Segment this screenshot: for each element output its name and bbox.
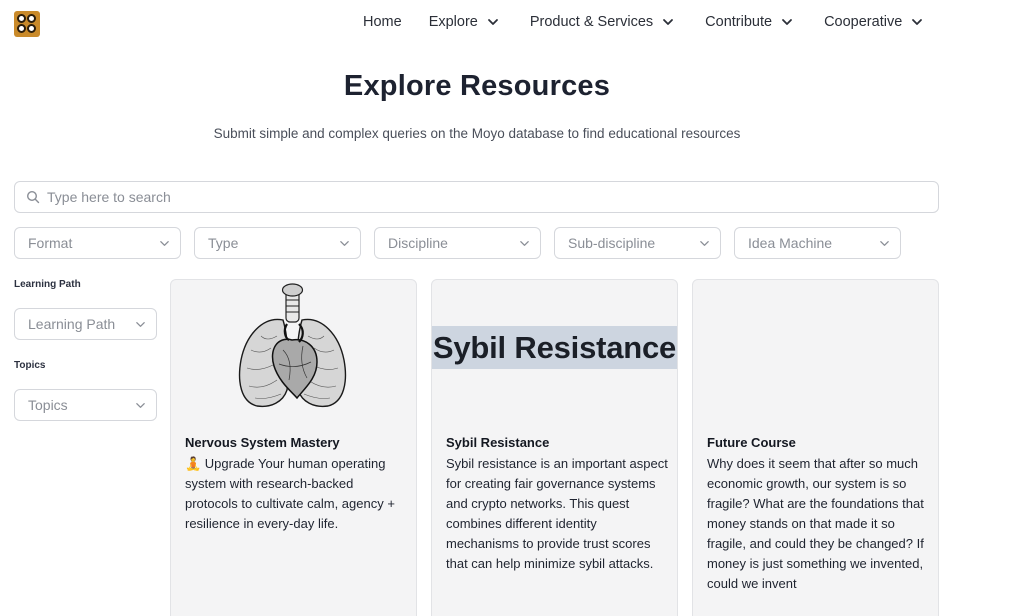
format-select[interactable]: Format	[14, 227, 181, 259]
learning-path-label: Learning Path	[14, 279, 81, 290]
logo-dot	[27, 24, 36, 33]
resource-card[interactable]: Future Course Why does it seem that afte…	[692, 279, 939, 616]
nav-explore[interactable]: Explore	[429, 14, 499, 30]
card-title: Future Course	[707, 435, 796, 450]
nav-explore-label: Explore	[428, 14, 478, 30]
discipline-select[interactable]: Discipline	[374, 227, 541, 259]
resource-card[interactable]: Sybil Resistance Sybil Resistance Sybil …	[431, 279, 678, 616]
logo-dot	[27, 14, 36, 23]
card-description: Why does it seem that after so much econ…	[707, 456, 924, 591]
topics-label: Topics	[14, 360, 46, 371]
moyo-logo[interactable]	[14, 11, 40, 37]
chevron-down-icon	[782, 19, 792, 25]
chevron-down-icon	[160, 240, 169, 246]
card-description: Sybil resistance is an important aspect …	[446, 456, 668, 571]
type-select[interactable]: Type	[194, 227, 361, 259]
discipline-select-label: Discipline	[388, 235, 448, 251]
chevron-down-icon	[136, 402, 145, 408]
nav-contribute-label: Contribute	[705, 14, 773, 30]
sub-discipline-select[interactable]: Sub-discipline	[554, 227, 721, 259]
learning-path-select-label: Learning Path	[28, 316, 116, 332]
chevron-down-icon	[663, 19, 674, 25]
resource-card[interactable]: Nervous System Mastery 🧘 Upgrade Your hu…	[170, 279, 417, 616]
sub-discipline-select-label: Sub-discipline	[568, 235, 656, 251]
format-select-label: Format	[28, 235, 73, 251]
chevron-down-icon	[700, 240, 709, 246]
nav-products[interactable]: Product & Services	[530, 14, 674, 30]
main-nav: Home Explore Product & Services Contribu…	[363, 14, 923, 30]
search-bar[interactable]	[14, 181, 939, 213]
chevron-down-icon	[520, 240, 529, 246]
topics-select[interactable]: Topics	[14, 389, 157, 421]
card-banner: Sybil Resistance	[432, 326, 677, 369]
heart-lungs-illustration	[238, 283, 347, 408]
chevron-down-icon	[487, 19, 498, 25]
page-subtitle: Submit simple and complex queries on the…	[213, 126, 741, 141]
nav-home[interactable]: Home	[363, 14, 402, 30]
page-title: Explore Resources	[343, 70, 611, 102]
topics-select-label: Topics	[28, 397, 68, 413]
chevron-down-icon	[912, 19, 923, 25]
nav-contribute[interactable]: Contribute	[705, 14, 793, 30]
type-select-label: Type	[208, 235, 239, 251]
learning-path-select[interactable]: Learning Path	[14, 308, 157, 340]
search-input[interactable]	[47, 189, 907, 205]
nav-cooperative-label: Cooperative	[824, 14, 903, 30]
card-description: 🧘 Upgrade Your human operating system wi…	[185, 456, 395, 531]
card-title: Sybil Resistance	[446, 435, 550, 450]
idea-machine-select-label: Idea Machine	[748, 235, 833, 251]
nav-cooperative[interactable]: Cooperative	[824, 14, 923, 30]
chevron-down-icon	[340, 240, 349, 246]
chevron-down-icon	[136, 321, 145, 327]
card-title: Nervous System Mastery	[185, 435, 340, 450]
logo-dot	[17, 24, 26, 33]
search-icon	[26, 190, 40, 204]
logo-dot	[17, 14, 26, 23]
chevron-down-icon	[880, 240, 889, 246]
idea-machine-select[interactable]: Idea Machine	[734, 227, 901, 259]
nav-home-label: Home	[363, 14, 402, 30]
nav-products-label: Product & Services	[529, 14, 654, 30]
